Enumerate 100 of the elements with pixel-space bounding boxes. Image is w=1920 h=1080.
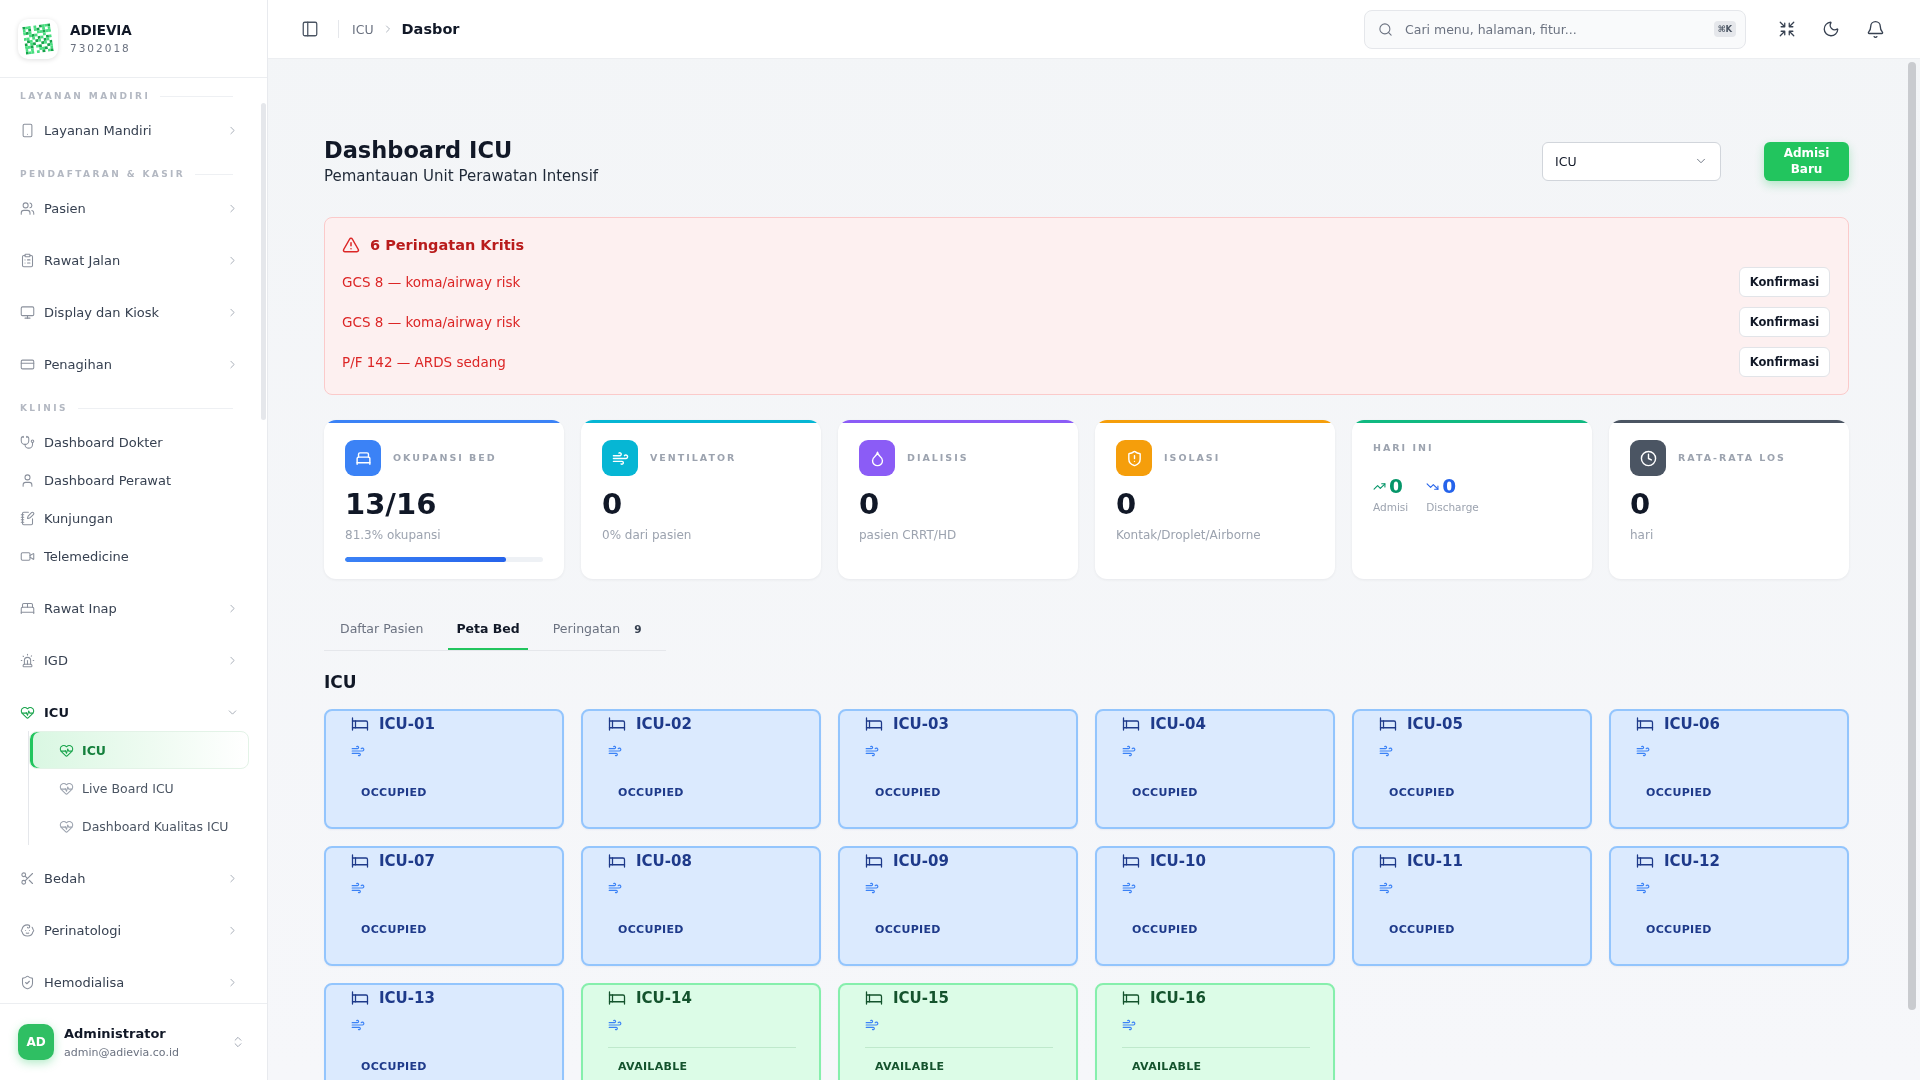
bed-card[interactable]: ICU-13 OCCUPIED (324, 983, 564, 1080)
qr-code-icon (18, 18, 58, 59)
stat-value: 0 (1630, 486, 1651, 522)
heart-pulse-icon (59, 780, 74, 796)
sidebar-item[interactable]: IGD (0, 641, 267, 679)
heart-pulse-icon (20, 704, 35, 720)
baby-face-icon (20, 922, 35, 938)
search-icon (1378, 21, 1393, 37)
sidebar-item[interactable]: Dashboard Perawat (0, 461, 267, 499)
bed-status: AVAILABLE (875, 1060, 945, 1074)
bed-icon (865, 989, 883, 1007)
scrollbar-thumb[interactable] (1908, 62, 1916, 1010)
scrollbar-thumb[interactable] (261, 103, 266, 420)
shield-check-icon (20, 974, 35, 990)
sidebar-toggle-icon[interactable] (301, 20, 319, 38)
bed-card[interactable]: ICU-10 OCCUPIED (1095, 846, 1335, 966)
sidebar-item[interactable]: Layanan Mandiri (0, 111, 267, 149)
stat-label: OKUPANSI BED (393, 451, 497, 465)
bed-card[interactable]: ICU-06 OCCUPIED (1609, 709, 1849, 829)
bed-card[interactable]: ICU-12 OCCUPIED (1609, 846, 1849, 966)
droplet-icon (859, 440, 895, 476)
stat-value: 0 (1389, 474, 1403, 498)
wind-icon (351, 881, 365, 895)
bed-card[interactable]: ICU-14 AVAILABLE (581, 983, 821, 1080)
sidebar-item[interactable]: Pasien (0, 189, 267, 227)
page-subtitle: Pemantauan Unit Perawatan Intensif (324, 166, 599, 187)
bed-card[interactable]: ICU-11 OCCUPIED (1352, 846, 1592, 966)
bed-status: OCCUPIED (618, 786, 684, 800)
bed-card[interactable]: ICU-09 OCCUPIED (838, 846, 1078, 966)
bed-card[interactable]: ICU-02 OCCUPIED (581, 709, 821, 829)
bed-name: ICU-08 (636, 852, 692, 870)
bed-card[interactable]: ICU-08 OCCUPIED (581, 846, 821, 966)
confirm-button[interactable]: Konfirmasi (1739, 307, 1830, 337)
notebook-pen-icon (20, 510, 35, 526)
confirm-button[interactable]: Konfirmasi (1739, 347, 1830, 377)
stat-note: 81.3% okupansi (345, 527, 441, 543)
alert-message: GCS 8 — koma/airway risk (342, 314, 521, 330)
wind-icon (1122, 1018, 1136, 1032)
unit-select[interactable]: ICU (1542, 141, 1721, 181)
user-name: Administrator (64, 1025, 166, 1041)
alert-title: 6 Peringatan Kritis (370, 237, 525, 253)
stat-note: 0% dari pasien (602, 527, 692, 543)
wind-icon (608, 881, 622, 895)
sidebar-item[interactable]: Rawat Jalan (0, 241, 267, 279)
bed-status: OCCUPIED (1646, 786, 1712, 800)
moon-icon[interactable] (1822, 20, 1840, 38)
monitor-icon (20, 304, 35, 320)
bed-card[interactable]: ICU-01 OCCUPIED (324, 709, 564, 829)
sidebar-item[interactable]: Perinatologi (0, 911, 267, 949)
sidebar-subitem[interactable]: Live Board ICU (29, 769, 249, 807)
sidebar-item[interactable]: Hemodialisa (0, 963, 267, 1001)
bell-icon[interactable] (1866, 19, 1885, 39)
shrink-arrows-icon[interactable] (1778, 20, 1796, 38)
wind-icon (1636, 881, 1650, 895)
breadcrumb-link[interactable]: ICU (352, 21, 374, 37)
tab[interactable]: Daftar Pasien (332, 607, 432, 650)
stat-note: Discharge (1426, 501, 1479, 513)
stat-note: hari (1630, 527, 1654, 543)
bed-card[interactable]: ICU-03 OCCUPIED (838, 709, 1078, 829)
section-label: KLINIS (20, 403, 68, 413)
wind-icon (351, 744, 365, 758)
bed-icon (1122, 989, 1140, 1007)
sidebar-item[interactable]: Bedah (0, 859, 267, 897)
bed-name: ICU-10 (1150, 852, 1206, 870)
bed-card[interactable]: ICU-05 OCCUPIED (1352, 709, 1592, 829)
sidebar-item[interactable]: Display dan Kiosk (0, 293, 267, 331)
bed-name: ICU-09 (893, 852, 949, 870)
user-email: admin@adievia.co.id (64, 1045, 179, 1059)
bed-name: ICU-07 (379, 852, 435, 870)
sidebar-item[interactable]: Penagihan (0, 345, 267, 383)
sidebar-item[interactable]: Telemedicine (0, 537, 267, 575)
sidebar-item[interactable]: Rawat Inap (0, 589, 267, 627)
bed-card[interactable]: ICU-04 OCCUPIED (1095, 709, 1335, 829)
bed-icon (351, 989, 369, 1007)
bed-status: OCCUPIED (1389, 923, 1455, 937)
tab[interactable]: Peringatan 9 (544, 607, 650, 650)
sidebar-subitem[interactable]: ICU (29, 731, 249, 769)
bed-name: ICU-06 (1664, 715, 1720, 733)
bed-name: ICU-12 (1664, 852, 1720, 870)
confirm-button[interactable]: Konfirmasi (1739, 267, 1830, 297)
clipboard-icon (20, 252, 35, 268)
sidebar-subitem[interactable]: Dashboard Kualitas ICU (29, 807, 249, 845)
sidebar-item[interactable]: ICU (0, 693, 267, 731)
bed-card[interactable]: ICU-16 AVAILABLE (1095, 983, 1335, 1080)
bed-name: ICU-05 (1407, 715, 1463, 733)
warning-triangle-icon (342, 236, 360, 254)
bed-icon (351, 852, 369, 870)
stat-value: 0 (859, 486, 880, 522)
stat-value: 0 (602, 486, 623, 522)
bed-icon (1122, 852, 1140, 870)
bed-card[interactable]: ICU-07 OCCUPIED (324, 846, 564, 966)
bed-name: ICU-02 (636, 715, 692, 733)
brand-name: ADIEVIA (70, 22, 132, 38)
sidebar-item[interactable]: Kunjungan (0, 499, 267, 537)
bed-card[interactable]: ICU-15 AVAILABLE (838, 983, 1078, 1080)
wind-icon (351, 1018, 365, 1032)
sidebar-item[interactable]: Dashboard Dokter (0, 423, 267, 461)
stat-label: VENTILATOR (650, 451, 737, 465)
tab[interactable]: Peta Bed (448, 607, 528, 650)
bed-status: AVAILABLE (618, 1060, 688, 1074)
